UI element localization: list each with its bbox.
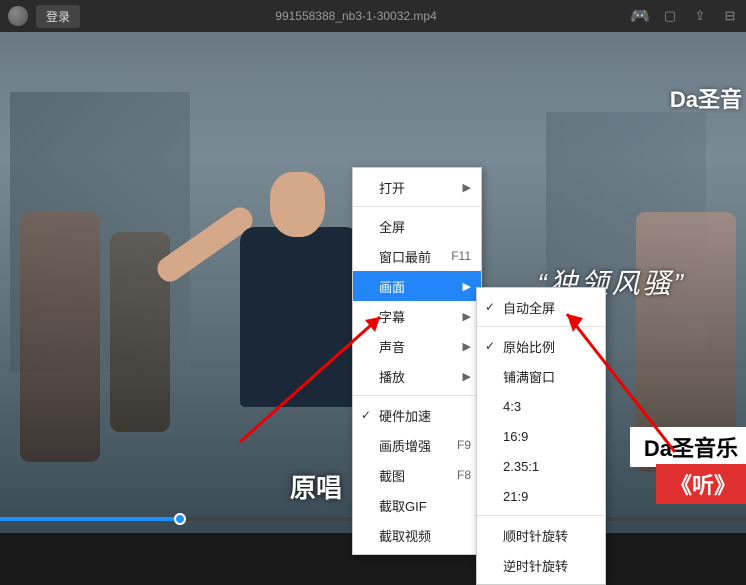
share-icon[interactable]: ⇪ xyxy=(692,8,708,24)
chevron-right-icon: ▶ xyxy=(463,340,471,353)
menu-label: 画质增强 xyxy=(379,436,431,455)
submenu-original-ratio[interactable]: ✓ 原始比例 xyxy=(477,331,605,361)
folder-icon[interactable]: ⊟ xyxy=(722,8,738,24)
app-logo-icon xyxy=(8,6,28,26)
menu-label: 原始比例 xyxy=(503,337,555,356)
menu-separator xyxy=(353,395,481,396)
gamepad-icon[interactable]: 🎮 xyxy=(632,8,648,24)
menu-subtitle[interactable]: 字幕 ▶ xyxy=(353,301,481,331)
menu-picture[interactable]: 画面 ▶ xyxy=(353,271,481,301)
submenu-ratio-169[interactable]: 16:9 xyxy=(477,421,605,451)
watermark-top: Da圣音 xyxy=(670,82,746,114)
menu-label: 声音 xyxy=(379,337,405,356)
menu-label: 21:9 xyxy=(503,489,528,504)
check-icon: ✓ xyxy=(485,300,495,314)
menu-label: 逆时针旋转 xyxy=(503,556,568,575)
menu-label: 硬件加速 xyxy=(379,406,431,425)
submenu-fill-window[interactable]: 铺满窗口 xyxy=(477,361,605,391)
window-title: 991558388_nb3-1-30032.mp4 xyxy=(80,9,632,23)
menu-label: 全屏 xyxy=(379,217,405,236)
shortcut-label: F11 xyxy=(451,249,471,263)
menu-label: 4:3 xyxy=(503,399,521,414)
submenu-rotate-cw[interactable]: 顺时针旋转 xyxy=(477,520,605,550)
menu-label: 窗口最前 xyxy=(379,247,431,266)
chevron-right-icon: ▶ xyxy=(463,181,471,194)
menu-label: 截取GIF xyxy=(379,496,427,515)
menu-label: 2.35:1 xyxy=(503,459,539,474)
menu-clip[interactable]: 截取视频 xyxy=(353,520,481,550)
chevron-right-icon: ▶ xyxy=(463,370,471,383)
context-submenu-picture: ✓ 自动全屏 ✓ 原始比例 铺满窗口 4:3 16:9 2.35:1 21:9 顺时… xyxy=(476,287,606,585)
titlebar: 登录 991558388_nb3-1-30032.mp4 🎮 ▢ ⇪ ⊟ xyxy=(0,0,746,32)
title-badge: 《听》 xyxy=(656,464,746,504)
submenu-auto-fullscreen[interactable]: ✓ 自动全屏 xyxy=(477,292,605,322)
submenu-ratio-43[interactable]: 4:3 xyxy=(477,391,605,421)
menu-label: 铺满窗口 xyxy=(503,367,555,386)
channel-badge: Da圣音乐 xyxy=(630,427,746,467)
check-icon: ✓ xyxy=(485,339,495,353)
menu-label: 截图 xyxy=(379,466,405,485)
progress-thumb[interactable] xyxy=(174,513,186,525)
shortcut-label: F9 xyxy=(457,438,471,452)
menu-label: 顺时针旋转 xyxy=(503,526,568,545)
menu-separator xyxy=(477,515,605,516)
submenu-ratio-219[interactable]: 21:9 xyxy=(477,481,605,511)
menu-ontop[interactable]: 窗口最前 F11 xyxy=(353,241,481,271)
chevron-right-icon: ▶ xyxy=(463,280,471,293)
menu-enhance[interactable]: 画质增强 F9 xyxy=(353,430,481,460)
menu-label: 播放 xyxy=(379,367,405,386)
menu-hwaccel[interactable]: ✓ 硬件加速 xyxy=(353,400,481,430)
login-button[interactable]: 登录 xyxy=(36,5,80,28)
menu-separator xyxy=(353,206,481,207)
context-menu: 打开 ▶ 全屏 窗口最前 F11 画面 ▶ 字幕 ▶ 声音 ▶ 播放 ▶ ✓ 硬件加速 画质增… xyxy=(352,167,482,555)
menu-fullscreen[interactable]: 全屏 xyxy=(353,211,481,241)
menu-label: 16:9 xyxy=(503,429,528,444)
menu-open[interactable]: 打开 ▶ xyxy=(353,172,481,202)
submenu-ratio-2351[interactable]: 2.35:1 xyxy=(477,451,605,481)
menu-screenshot[interactable]: 截图 F8 xyxy=(353,460,481,490)
menu-label: 字幕 xyxy=(379,307,405,326)
video-viewport[interactable]: Da圣音 “独领风骚” Da圣音乐 《听》 原唱 打开▶ 全屏 窗口最前F11 … xyxy=(0,32,746,533)
menu-label: 画面 xyxy=(379,277,405,296)
menu-play[interactable]: 播放 ▶ xyxy=(353,361,481,391)
shortcut-label: F8 xyxy=(457,468,471,482)
screen-icon[interactable]: ▢ xyxy=(662,8,678,24)
menu-label: 截取视频 xyxy=(379,526,431,545)
submenu-rotate-ccw[interactable]: 逆时针旋转 xyxy=(477,550,605,580)
menu-label: 自动全屏 xyxy=(503,298,555,317)
chevron-right-icon: ▶ xyxy=(463,310,471,323)
menu-gif[interactable]: 截取GIF xyxy=(353,490,481,520)
check-icon: ✓ xyxy=(361,408,371,422)
progress-fill xyxy=(0,517,180,521)
menu-separator xyxy=(477,326,605,327)
menu-sound[interactable]: 声音 ▶ xyxy=(353,331,481,361)
menu-label: 打开 xyxy=(379,178,405,197)
subtitle-text: 原唱 xyxy=(290,468,342,505)
